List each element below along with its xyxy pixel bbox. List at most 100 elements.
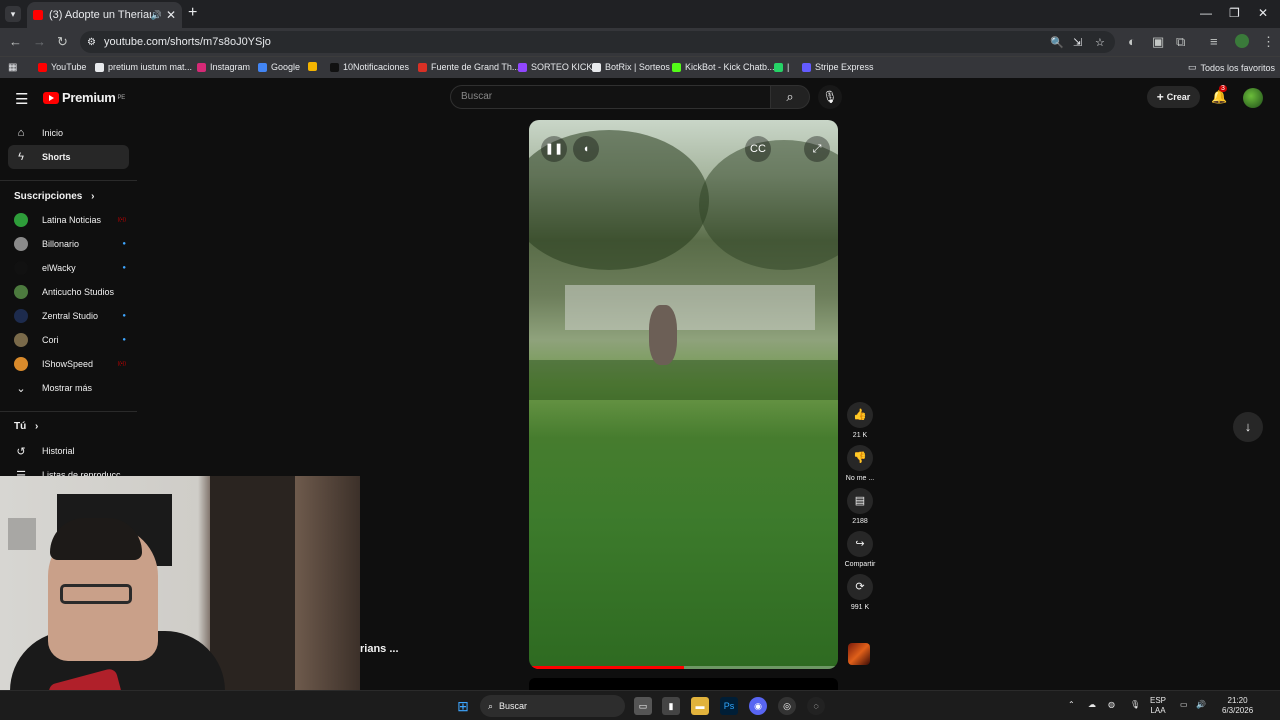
extensions-puzzle-icon[interactable]: ⧉: [1176, 34, 1185, 50]
search-button[interactable]: ⌕: [770, 85, 810, 109]
audio-icon[interactable]: 🔊: [151, 10, 162, 21]
close-window-button[interactable]: ✕: [1258, 6, 1268, 20]
mic-tray-icon[interactable]: 🎙: [1130, 700, 1140, 710]
subscription-item[interactable]: Latina Noticias ((•)): [14, 210, 126, 230]
media-control-icon[interactable]: ≡: [1210, 34, 1218, 49]
site-info-icon[interactable]: ⚙: [87, 37, 96, 48]
close-tab-icon[interactable]: ✕: [166, 8, 176, 22]
discord-icon[interactable]: ◉: [749, 697, 767, 715]
fullscreen-icon[interactable]: ⤢: [804, 136, 830, 162]
remix-button[interactable]: ⟳ 991 K: [845, 574, 875, 613]
subscription-item[interactable]: Cori ●: [14, 330, 126, 350]
sound-thumbnail[interactable]: [848, 643, 870, 665]
app-icon[interactable]: ▮: [662, 697, 680, 715]
tray-overflow-icon[interactable]: ⌃: [1068, 700, 1075, 710]
volume-icon[interactable]: ◖: [573, 136, 599, 162]
video-progress-bar[interactable]: [529, 666, 838, 669]
bookmarks-bar: ▦ YouTube pretium iustum mat... Instagram G…: [0, 56, 1280, 78]
bookmark-item[interactable]: SORTEO KICK: [518, 62, 592, 72]
extension-2-icon[interactable]: ▣: [1152, 34, 1164, 50]
sidebar-item-history[interactable]: ↺ Historial: [8, 439, 129, 463]
browser-tab-strip: ▾ (3) Adopte un Therian 🔊 ✕ + — ❐ ✕: [0, 0, 1280, 28]
extension-icon[interactable]: ◐: [1128, 34, 1136, 49]
notification-badge: 3: [1219, 85, 1227, 92]
bookmark-item[interactable]: |: [774, 62, 789, 72]
browser-tab[interactable]: (3) Adopte un Therian 🔊 ✕: [27, 2, 182, 28]
hamburger-menu-icon[interactable]: ☰: [15, 90, 28, 108]
pause-icon[interactable]: ❚❚: [541, 136, 567, 162]
channel-name: Latina Noticias: [42, 215, 102, 225]
sidebar-divider: [0, 411, 137, 412]
subscription-item[interactable]: Zentral Studio ●: [14, 306, 126, 326]
task-view-icon[interactable]: ▭: [634, 697, 652, 715]
comments-button[interactable]: ▤ 2188: [845, 488, 875, 527]
youtube-favicon-icon: [33, 10, 43, 20]
profile-avatar[interactable]: [1235, 34, 1249, 48]
bookmark-item[interactable]: Fuente de Grand Th...: [418, 62, 519, 72]
minimize-button[interactable]: —: [1200, 6, 1212, 20]
restore-button[interactable]: ❐: [1229, 6, 1240, 20]
share-button[interactable]: ↪ Compartir: [845, 531, 875, 570]
sidebar-item-shorts[interactable]: ϟ Shorts: [8, 145, 129, 169]
tab-title: (3) Adopte un Therian: [49, 9, 151, 21]
live-indicator-icon: ((•)): [117, 361, 126, 367]
clock[interactable]: 21:20 6/3/2026: [1222, 696, 1253, 716]
account-avatar[interactable]: [1243, 88, 1263, 108]
you-header[interactable]: Tú ›: [14, 421, 38, 432]
onedrive-icon[interactable]: ☁: [1088, 700, 1096, 710]
cast-icon[interactable]: ⇲: [1073, 36, 1082, 49]
chrome-icon[interactable]: ◎: [778, 697, 796, 715]
show-more-button[interactable]: ⌄ Mostrar más: [8, 376, 129, 400]
file-explorer-icon[interactable]: ▬: [691, 697, 709, 715]
zoom-icon[interactable]: 🔍: [1050, 36, 1064, 49]
create-button[interactable]: + Crear: [1147, 86, 1200, 108]
like-button[interactable]: 👍 21 K: [845, 402, 875, 441]
shorts-icon: ϟ: [18, 151, 24, 163]
subscription-item[interactable]: Billonario ●: [14, 234, 126, 254]
forward-icon[interactable]: →: [33, 34, 46, 49]
youtube-premium-logo[interactable]: Premium PE: [43, 90, 125, 105]
taskbar-search[interactable]: ⌕ Buscar: [480, 695, 625, 717]
bookmark-item[interactable]: Stripe Express: [802, 62, 874, 72]
subscription-item[interactable]: IShowSpeed ((•)): [14, 354, 126, 374]
apps-icon[interactable]: ▦: [8, 62, 17, 73]
all-favorites-folder[interactable]: ▭ Todos los favoritos: [1188, 62, 1275, 73]
captions-icon[interactable]: CC: [745, 136, 771, 162]
network-icon[interactable]: ▭: [1180, 700, 1188, 710]
subscription-item[interactable]: elWacky ●: [14, 258, 126, 278]
clock-date: 6/3/2026: [1222, 706, 1254, 715]
reload-icon[interactable]: ↻: [57, 34, 68, 50]
bookmark-item[interactable]: pretium iustum mat...: [95, 62, 192, 72]
next-short-button[interactable]: ↓: [1233, 412, 1263, 442]
channel-name: Anticucho Studios: [42, 287, 115, 297]
channel-name: Billonario: [42, 239, 80, 249]
bookmark-star-icon[interactable]: ☆: [1095, 36, 1105, 49]
bookmark-item[interactable]: KickBot - Kick Chatb...: [672, 62, 775, 72]
photoshop-icon[interactable]: Ps: [720, 697, 738, 715]
volume-tray-icon[interactable]: 🔊: [1196, 700, 1206, 710]
tab-search-button[interactable]: ▾: [5, 6, 21, 22]
sidebar-item-home[interactable]: ⌂ Inicio: [8, 121, 129, 145]
voice-search-button[interactable]: 🎙: [818, 85, 842, 109]
dislike-button[interactable]: 👎 No me ...: [845, 445, 875, 484]
subscription-item[interactable]: Anticucho Studios: [14, 282, 126, 302]
short-video-player[interactable]: ❚❚ ◖ CC ⤢: [529, 120, 838, 669]
windows-start-icon[interactable]: ⊞: [454, 697, 472, 715]
search-input[interactable]: Buscar: [450, 85, 771, 109]
bookmark-item[interactable]: 10Notificaciones: [330, 62, 409, 72]
bookmark-item[interactable]: Instagram: [197, 62, 250, 72]
remix-icon: ⟳: [847, 574, 873, 600]
subscriptions-header[interactable]: Suscripciones ›: [14, 191, 94, 202]
bookmark-item[interactable]: YouTube: [38, 62, 86, 72]
new-tab-button[interactable]: +: [188, 4, 197, 22]
bookmark-item[interactable]: [308, 62, 321, 71]
bookmark-item[interactable]: Google: [258, 62, 300, 72]
obs-icon[interactable]: ◌: [807, 697, 825, 715]
notifications-button[interactable]: 🔔 3: [1211, 85, 1227, 105]
address-bar[interactable]: ⚙ youtube.com/shorts/m7s8oJ0YSjo 🔍 ⇲ ☆: [80, 31, 1115, 53]
app-tray-icon[interactable]: ◍: [1108, 700, 1115, 710]
bookmark-item[interactable]: BotRix | Sorteos: [592, 62, 670, 72]
browser-menu-icon[interactable]: ⋮: [1262, 34, 1275, 50]
language-indicator[interactable]: ESP LAA: [1150, 696, 1166, 716]
back-icon[interactable]: ←: [9, 34, 22, 49]
